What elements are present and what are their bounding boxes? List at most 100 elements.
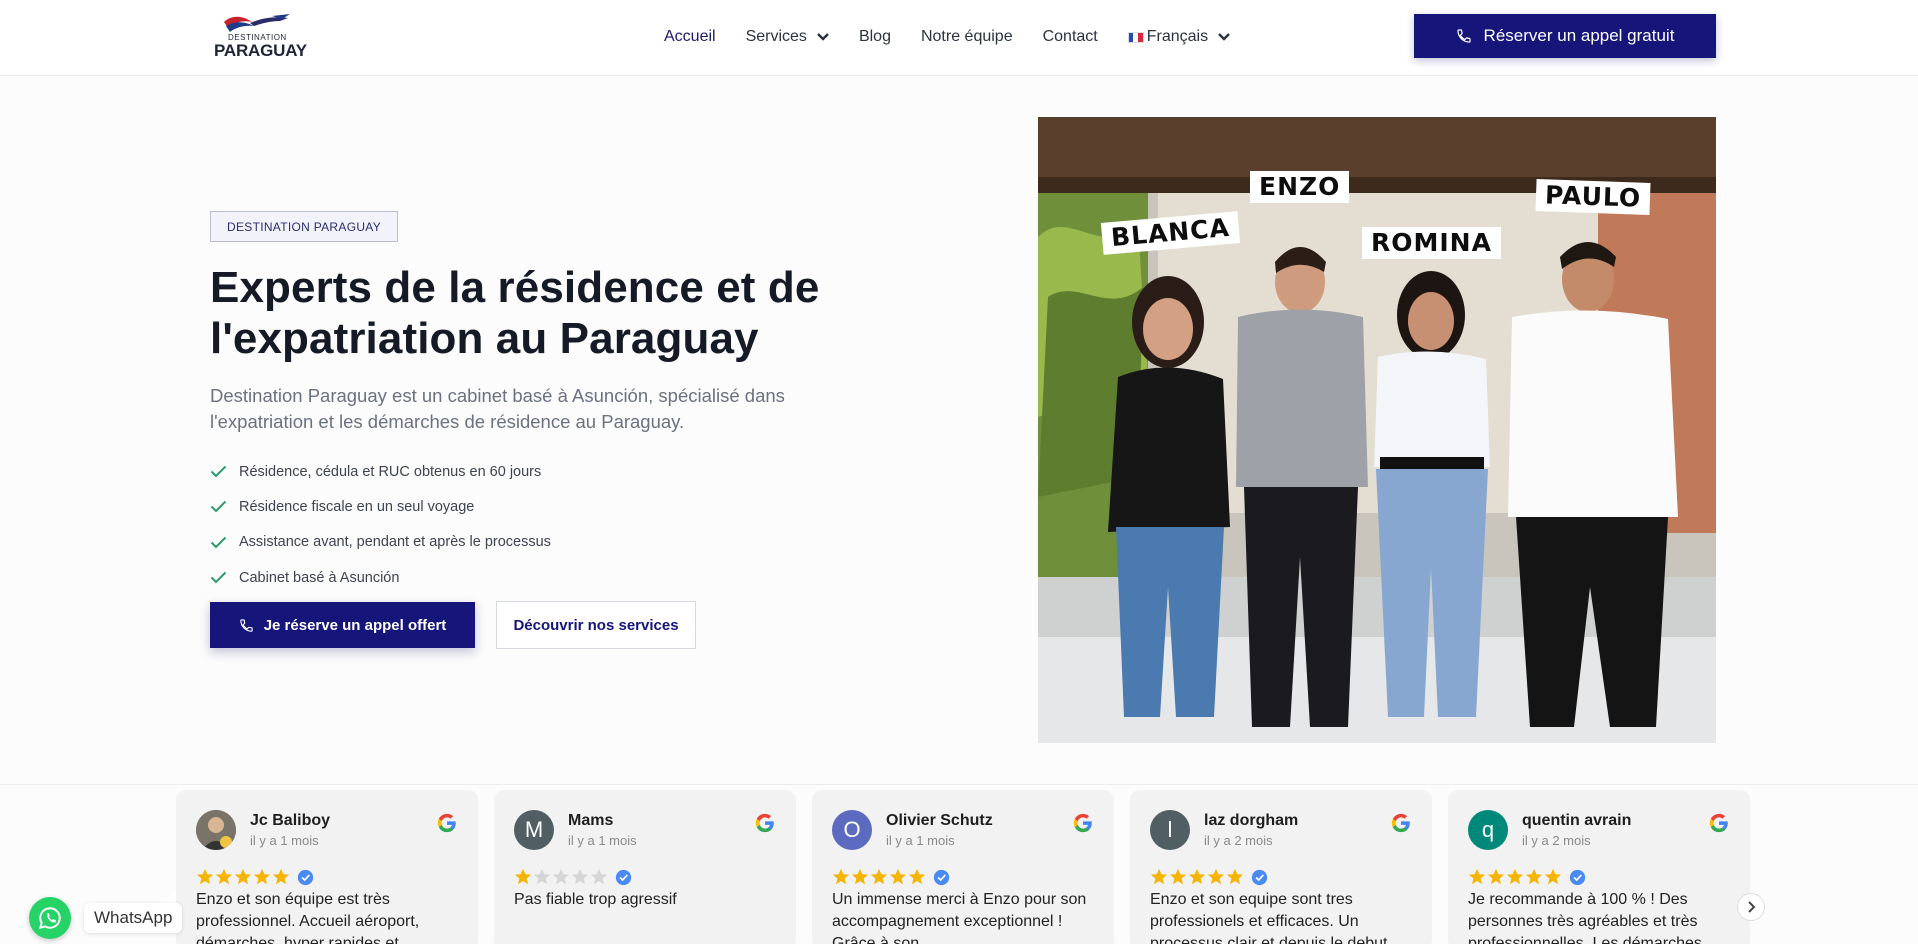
star-icon [272, 868, 290, 885]
nav-item-services[interactable]: Services [746, 28, 829, 46]
star-icon [234, 868, 252, 885]
carousel-next-button[interactable] [1737, 893, 1765, 921]
reviewer-name: laz dorgham [1204, 812, 1299, 829]
button-label: Découvrir nos services [513, 616, 679, 634]
nav-item-blog[interactable]: Blog [859, 28, 891, 46]
site-logo[interactable]: DESTINATION PARAGUAY [210, 10, 307, 62]
star-icon [1188, 868, 1206, 885]
nav-item-contact[interactable]: Contact [1043, 28, 1098, 46]
benefits-list: Résidence, cédula et RUC obtenus en 60 j… [210, 454, 551, 595]
review-text: Pas fiable trop agressif [514, 891, 677, 908]
main-nav: Accueil Services Blog Notre équipe Conta… [664, 26, 1260, 48]
star-icon [832, 868, 850, 885]
chevron-right-icon [1748, 901, 1756, 913]
name-tag-paulo: PAULO [1535, 179, 1651, 215]
list-item: Cabinet basé à Asunción [210, 560, 551, 595]
phone-icon [1456, 29, 1471, 43]
language-label: Français [1146, 28, 1209, 45]
star-empty-icon [552, 868, 570, 885]
book-call-button[interactable]: Je réserve un appel offert [210, 602, 475, 648]
star-icon [1169, 868, 1187, 885]
verified-badge-icon [297, 869, 314, 885]
nav-item-equipe[interactable]: Notre équipe [921, 28, 1013, 46]
star-rating [1468, 868, 1586, 886]
avatar: O [832, 810, 872, 850]
chevron-down-icon [1218, 33, 1230, 41]
star-icon [1525, 868, 1543, 885]
list-item: Résidence fiscale en un seul voyage [210, 489, 551, 524]
verified-badge-icon [933, 869, 950, 885]
avatar [196, 810, 236, 850]
star-icon [851, 868, 869, 885]
list-item: Assistance avant, pendant et après le pr… [210, 525, 551, 560]
benefit-text: Assistance avant, pendant et après le pr… [239, 534, 551, 551]
star-rating [832, 868, 950, 886]
whatsapp-icon [38, 907, 61, 930]
language-switcher[interactable]: Français [1127, 28, 1230, 46]
star-icon [1207, 868, 1225, 885]
benefit-text: Cabinet basé à Asunción [239, 569, 400, 586]
avatar: M [514, 810, 554, 850]
nav-label: Services [745, 28, 807, 45]
chevron-down-icon [817, 33, 829, 41]
review-card: l laz dorgham il y a 2 mois Enzo et son … [1130, 790, 1432, 944]
star-icon [1226, 868, 1244, 885]
review-date: il y a 2 mois [1204, 833, 1273, 848]
review-date: il y a 1 mois [886, 833, 955, 848]
star-icon [215, 868, 233, 885]
star-icon [1468, 868, 1486, 885]
review-card: O Olivier Schutz il y a 1 mois Un immens… [812, 790, 1114, 944]
review-card: M Mams il y a 1 mois Pas fiable trop agr… [494, 790, 796, 944]
star-icon [1150, 868, 1168, 885]
avatar: l [1150, 810, 1190, 850]
star-empty-icon [590, 868, 608, 885]
star-icon [196, 868, 214, 885]
name-tag-enzo: ENZO [1250, 171, 1350, 203]
logo-line2: PARAGUAY [214, 41, 307, 60]
google-icon [755, 813, 774, 833]
list-item: Résidence, cédula et RUC obtenus en 60 j… [210, 454, 551, 489]
star-icon [908, 868, 926, 885]
review-card: Jc Baliboy il y a 1 mois Enzo et son équ… [176, 790, 478, 944]
whatsapp-label[interactable]: WhatsApp [84, 903, 183, 933]
google-icon [1391, 813, 1410, 833]
review-date: il y a 1 mois [568, 833, 637, 848]
star-empty-icon [533, 868, 551, 885]
book-free-call-button[interactable]: Réserver un appel gratuit [1414, 14, 1716, 58]
google-icon [1073, 813, 1092, 833]
check-icon [210, 501, 227, 513]
check-icon [210, 465, 227, 478]
review-text: Je recommande à 100 % ! Des personnes tr… [1468, 891, 1702, 944]
hero-badge: DESTINATION PARAGUAY [210, 211, 399, 242]
star-icon [870, 868, 888, 885]
nav-item-accueil[interactable]: Accueil [664, 28, 716, 46]
star-icon [1506, 868, 1524, 885]
discover-services-button[interactable]: Découvrir nos services [496, 601, 696, 649]
phone-icon [240, 618, 253, 632]
reviewer-name: Jc Baliboy [250, 812, 331, 829]
star-rating [196, 868, 314, 886]
reviewer-photo-icon [196, 810, 236, 850]
nav-label: Notre équipe [920, 28, 1013, 45]
check-icon [210, 571, 227, 584]
hero-title: Experts de la résidence et de l'expatria… [210, 263, 820, 363]
reviewer-name: Mams [568, 812, 614, 829]
benefit-text: Résidence, cédula et RUC obtenus en 60 j… [239, 463, 542, 480]
star-empty-icon [571, 868, 589, 885]
whatsapp-button[interactable] [29, 897, 71, 939]
review-text: Enzo et son equipe sont tres professione… [1150, 891, 1388, 944]
google-icon [437, 813, 456, 833]
check-icon [210, 536, 227, 549]
nav-label: Blog [858, 28, 891, 45]
france-flag-icon [1127, 31, 1144, 43]
verified-badge-icon [1251, 869, 1268, 885]
nav-label: Contact [1042, 28, 1098, 45]
star-icon [253, 868, 271, 885]
star-rating [514, 868, 632, 886]
review-card: q quentin avrain il y a 2 mois Je recomm… [1448, 790, 1750, 944]
cta-label: Réserver un appel gratuit [1483, 26, 1675, 45]
google-icon [1709, 813, 1728, 833]
star-icon [889, 868, 907, 885]
verified-badge-icon [1569, 869, 1586, 885]
star-icon [1487, 868, 1505, 885]
